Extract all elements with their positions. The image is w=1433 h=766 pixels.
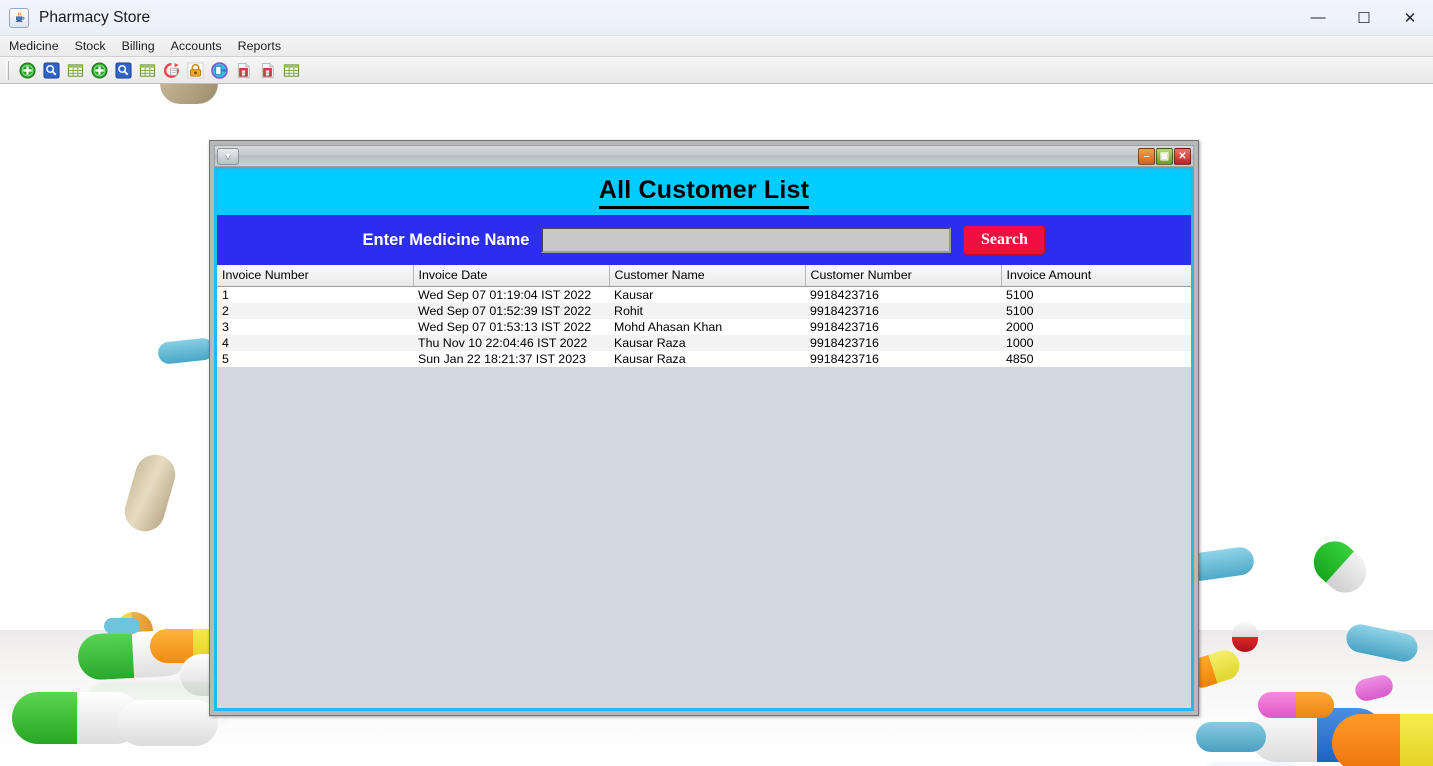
dialog-header: All Customer List	[217, 167, 1191, 215]
pill-reflection-right-blue	[1196, 762, 1306, 766]
menu-bar: Medicine Stock Billing Accounts Reports	[0, 36, 1433, 57]
add-stock-icon[interactable]	[87, 59, 111, 81]
window-minimize-button[interactable]: —	[1295, 0, 1341, 36]
dialog-close-button[interactable]: ✕	[1174, 147, 1191, 165]
report-one-icon[interactable]	[231, 59, 255, 81]
window-maximize-button[interactable]: ☐	[1341, 0, 1387, 36]
logout-icon[interactable]	[207, 59, 231, 81]
cell-customer-number: 9918423716	[810, 335, 879, 350]
cell-invoice-amount: 2000	[1006, 319, 1034, 334]
cell-invoice-amount: 1000	[1006, 335, 1034, 350]
pill-capsule-beige	[120, 449, 180, 537]
cell-customer-number: 9918423716	[810, 287, 879, 302]
cell-invoice-amount: 5100	[1006, 287, 1034, 302]
table-header-row: Invoice Number Invoice Date Customer Nam…	[217, 265, 1191, 287]
pill-tablet-blue-ground	[1196, 722, 1266, 752]
menu-item-billing[interactable]: Billing	[115, 37, 162, 55]
cell-invoice-date: Wed Sep 07 01:53:13 IST 2022	[418, 319, 592, 334]
cell-invoice-number: 5	[222, 351, 229, 366]
cell-customer-name: Mohd Ahasan Khan	[614, 319, 723, 334]
table-row[interactable]: 2 Wed Sep 07 01:52:39 IST 2022 Rohit 991…	[217, 302, 1191, 319]
chevron-down-glyph: ▼	[223, 151, 233, 161]
cell-invoice-date: Wed Sep 07 01:19:04 IST 2022	[418, 287, 592, 302]
dialog-maximize-button[interactable]: ▣	[1156, 147, 1173, 165]
search-stock-icon[interactable]	[111, 59, 135, 81]
cell-customer-name: Kausar Raza	[614, 335, 686, 350]
pill-capsule-pink-ground	[1258, 692, 1334, 718]
pill-capsule-white-front	[118, 700, 218, 746]
column-header-invoice-number[interactable]: Invoice Number	[217, 265, 414, 287]
dialog-minimize-button[interactable]: –	[1138, 147, 1155, 165]
window-titlebar: Pharmacy Store — ☐ ✕	[0, 0, 1433, 36]
search-input[interactable]	[541, 227, 952, 253]
pill-capsule-tan-top	[160, 84, 218, 104]
menu-item-stock[interactable]: Stock	[68, 37, 113, 55]
dialog-titlebar: ▼ – ▣ ✕	[214, 145, 1194, 167]
cell-invoice-amount: 5100	[1006, 303, 1034, 318]
report-two-icon[interactable]	[255, 59, 279, 81]
java-coffee-cup-icon	[9, 7, 29, 28]
pill-tablet-teal-ground	[104, 618, 140, 634]
table-row[interactable]: 5 Sun Jan 22 18:21:37 IST 2023 Kausar Ra…	[217, 350, 1191, 367]
menu-item-reports[interactable]: Reports	[231, 37, 288, 55]
table-header: Invoice Number Invoice Date Customer Nam…	[217, 265, 1191, 287]
toolbar-grip	[6, 60, 9, 80]
cell-invoice-date: Sun Jan 22 18:21:37 IST 2023	[418, 351, 586, 366]
menu-item-medicine[interactable]: Medicine	[2, 37, 66, 55]
add-medicine-icon[interactable]	[15, 59, 39, 81]
cell-invoice-number: 2	[222, 303, 229, 318]
pill-capsule-white-red	[1232, 622, 1258, 652]
cell-invoice-number: 4	[222, 335, 229, 350]
refresh-icon[interactable]	[159, 59, 183, 81]
column-header-customer-number[interactable]: Customer Number	[805, 265, 1002, 287]
table-row[interactable]: 4 Thu Nov 10 22:04:46 IST 2022 Kausar Ra…	[217, 334, 1191, 351]
cell-customer-name: Rohit	[614, 303, 643, 318]
cell-customer-number: 9918423716	[810, 303, 879, 318]
pill-capsule-orange-yellow-ground	[1332, 714, 1433, 766]
window-close-button[interactable]: ✕	[1387, 0, 1433, 36]
customer-table: Invoice Number Invoice Date Customer Nam…	[217, 265, 1191, 367]
cell-customer-name: Kausar	[614, 287, 654, 302]
window-title: Pharmacy Store	[39, 8, 151, 26]
cell-invoice-number: 1	[222, 287, 229, 302]
page-title: All Customer List	[598, 176, 810, 209]
toolbar	[0, 57, 1433, 84]
window-controls: — ☐ ✕	[1295, 0, 1433, 36]
cell-invoice-date: Wed Sep 07 01:52:39 IST 2022	[418, 303, 592, 318]
search-button[interactable]: Search	[963, 225, 1046, 255]
customer-table-container: Invoice Number Invoice Date Customer Nam…	[217, 265, 1191, 708]
stock-table-icon[interactable]	[135, 59, 159, 81]
search-label: Enter Medicine Name	[362, 230, 530, 249]
dialog-body: All Customer List Enter Medicine Name Se…	[214, 167, 1194, 711]
cell-customer-name: Kausar Raza	[614, 351, 686, 366]
pill-tablet-blue-left	[157, 337, 215, 365]
column-header-invoice-date[interactable]: Invoice Date	[413, 265, 610, 287]
cell-invoice-amount: 4850	[1006, 351, 1034, 366]
medicine-table-icon[interactable]	[63, 59, 87, 81]
column-header-customer-name[interactable]: Customer Name	[609, 265, 806, 287]
cell-invoice-number: 3	[222, 319, 229, 334]
table-row[interactable]: 1 Wed Sep 07 01:19:04 IST 2022 Kausar 99…	[217, 286, 1191, 303]
table-row[interactable]: 3 Wed Sep 07 01:53:13 IST 2022 Mohd Ahas…	[217, 318, 1191, 335]
search-panel: Enter Medicine Name Search	[217, 215, 1191, 265]
pill-capsule-green-gray	[1305, 532, 1375, 602]
all-customer-list-dialog: ▼ – ▣ ✕ All Customer List Enter Medicine…	[209, 140, 1199, 716]
chevron-down-icon[interactable]: ▼	[217, 147, 239, 165]
column-header-invoice-amount[interactable]: Invoice Amount	[1001, 265, 1191, 287]
menu-item-accounts[interactable]: Accounts	[164, 37, 229, 55]
cell-customer-number: 9918423716	[810, 319, 879, 334]
table-body: 1 Wed Sep 07 01:19:04 IST 2022 Kausar 99…	[217, 286, 1191, 367]
search-medicine-icon[interactable]	[39, 59, 63, 81]
cell-invoice-date: Thu Nov 10 22:04:46 IST 2022	[418, 335, 588, 350]
all-customer-list-icon[interactable]	[279, 59, 303, 81]
dialog-window-controls: – ▣ ✕	[1138, 147, 1191, 165]
lock-icon[interactable]	[183, 59, 207, 81]
cell-customer-number: 9918423716	[810, 351, 879, 366]
table-empty-area	[217, 366, 1191, 708]
